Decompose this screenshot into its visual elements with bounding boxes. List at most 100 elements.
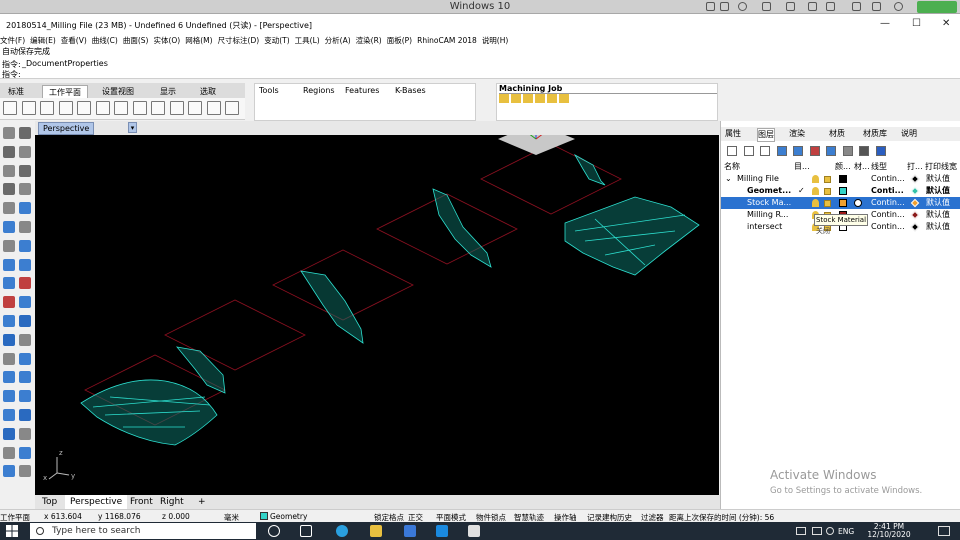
open-icon[interactable] [21,101,36,115]
tool-button-icon[interactable] [19,409,31,421]
vm-status-indicator[interactable] [917,1,957,13]
right-tab-0[interactable]: 属性 [725,128,741,140]
col-print[interactable]: 打... [907,161,923,172]
right-tab-5[interactable]: 说明 [901,128,917,140]
tool-button-icon[interactable] [19,127,31,139]
task-view-icon[interactable] [300,525,312,537]
stock-outline[interactable] [164,299,306,371]
layer-linetype[interactable]: Contin... [871,221,905,233]
layer-visible-icon[interactable] [812,199,819,207]
copy-icon[interactable] [95,101,110,115]
paste-icon[interactable] [114,101,128,115]
view-tab-1[interactable]: Perspective [65,495,128,509]
tool-button-icon[interactable] [3,390,15,403]
tools-icon[interactable] [859,146,869,156]
tool-button-icon[interactable] [19,183,31,196]
tool-button-icon[interactable] [19,277,31,290]
menu-item-2[interactable]: 查看(V) [61,36,87,45]
view-tab-0[interactable]: Top [37,495,62,509]
new-layer-icon[interactable] [727,146,737,156]
layer-lock-icon[interactable] [824,200,831,207]
layer-print-width[interactable]: 默认值 [926,197,950,209]
tool-button-icon[interactable] [19,202,31,215]
toolbar-tab-1[interactable]: 工作平面 [42,85,88,98]
pan-icon[interactable] [132,101,147,115]
menu-item-4[interactable]: 曲面(S) [123,36,149,45]
layer-lock-icon[interactable] [824,176,831,183]
status-layer[interactable]: Geometry [270,512,307,521]
layer-material-icon[interactable] [854,199,862,207]
layer-row[interactable]: Stock Ma... Contin... 默认值 [721,197,960,209]
layer-current-check[interactable]: ✓ [798,185,805,197]
job-setup-icon[interactable] [499,94,509,103]
layer-print-color-icon[interactable] [910,222,920,232]
layer-color-swatch[interactable] [839,175,847,183]
menu-item-13[interactable]: RhinoCAM 2018 [417,36,477,45]
layer-expander-icon[interactable]: ⌄ [725,173,732,185]
col-print-width[interactable]: 打印线宽 [925,161,957,172]
toolbar-tab-3[interactable]: 显示 [154,85,182,98]
job-simulate-icon[interactable] [523,94,533,103]
layer-name[interactable]: Milling R... [747,209,803,221]
perspective-viewport[interactable]: z y x [35,135,719,495]
edge-icon[interactable] [336,525,348,537]
layer-linetype[interactable]: Contin... [871,197,905,209]
toolbar-tab-4[interactable]: 选取 [194,85,222,98]
move-up-icon[interactable] [776,146,787,156]
menu-item-6[interactable]: 网格(M) [185,36,212,45]
layer-print-color-icon[interactable] [910,198,920,208]
layer-print-width[interactable]: 默认值 [926,185,950,197]
vm-sound-icon[interactable] [872,2,881,11]
vm-camera-icon[interactable] [852,2,861,11]
tool-button-icon[interactable] [19,296,31,309]
tool-button-icon[interactable] [3,164,15,177]
layer-print-color-icon[interactable] [910,210,920,220]
tool-button-icon[interactable] [3,221,15,233]
minimize-button[interactable]: — [880,18,890,29]
tool-button-icon[interactable] [3,371,15,384]
layer-print-width[interactable]: 默认值 [926,221,950,233]
tool-button-icon[interactable] [3,277,15,290]
rhinocam-tab-0[interactable]: Tools [259,85,279,97]
tool-button-icon[interactable] [3,127,15,139]
tray-chevron-icon[interactable] [796,527,806,535]
tool-button-icon[interactable] [3,352,15,365]
view-tab-2[interactable]: Front [125,495,158,509]
layer-linetype[interactable]: Contin... [871,209,905,221]
layer-color-swatch[interactable] [839,187,847,195]
tool-button-icon[interactable] [19,315,31,327]
move-down-icon[interactable] [793,146,803,156]
cut-icon[interactable] [77,101,91,115]
tool-button-icon[interactable] [19,221,31,233]
layer-print-width[interactable]: 默认值 [926,209,950,221]
layer-row[interactable]: ⌄ Milling File Contin... 默认值 [721,173,960,185]
menu-item-5[interactable]: 实体(O) [153,36,180,45]
tool-button-icon[interactable] [3,258,15,271]
layer-color-swatch[interactable] [839,199,847,207]
layer-name[interactable]: Milling File [737,173,803,185]
job-post-icon[interactable] [535,94,545,103]
tool-button-icon[interactable] [19,446,31,459]
layer-linetype[interactable]: Conti... [871,185,904,197]
menu-item-0[interactable]: 文件(F) [0,36,25,45]
tool-button-icon[interactable] [19,352,31,365]
tool-button-icon[interactable] [3,202,15,215]
right-tab-4[interactable]: 材质库 [863,128,887,140]
layer-name[interactable]: Geomet... [747,185,803,197]
tool-button-icon[interactable] [3,333,15,346]
col-linetype[interactable]: 线型 [871,161,887,172]
vm-lock-icon[interactable] [762,2,771,11]
view-tab-3[interactable]: Right [155,495,189,509]
rhino-icon[interactable] [468,525,480,537]
close-button[interactable]: ✕ [942,18,950,29]
job-save-icon[interactable] [559,94,569,103]
tool-button-icon[interactable] [19,371,31,384]
tool-button-icon[interactable] [19,145,31,158]
print-icon[interactable] [58,101,73,115]
move-left-icon[interactable] [809,146,820,156]
tool-button-icon[interactable] [19,258,31,271]
taskbar-search[interactable]: Type here to search [30,523,256,539]
vm-mic-icon[interactable] [738,2,747,11]
layer-linetype[interactable]: Contin... [871,173,905,185]
mesh-part-3[interactable] [300,270,364,344]
